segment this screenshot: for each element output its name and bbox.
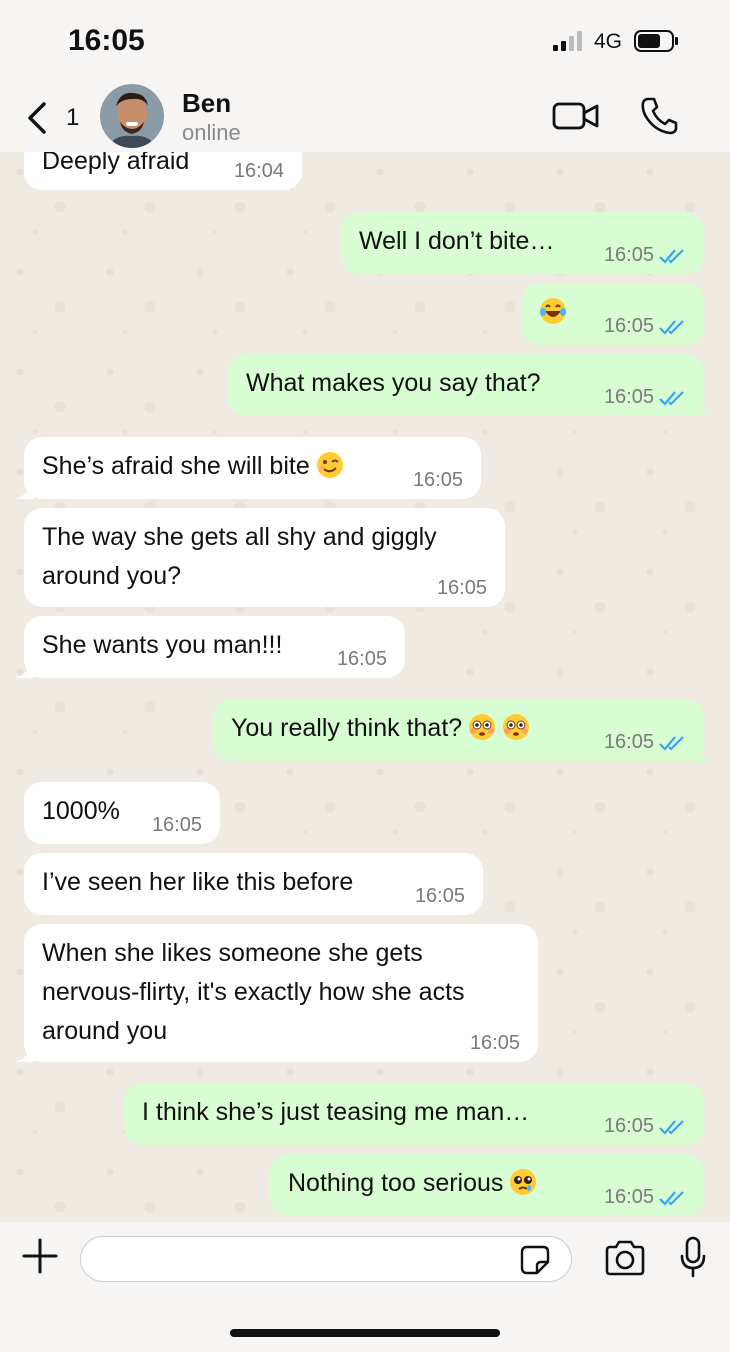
message-input[interactable] [80, 1236, 572, 1282]
message-text: When she likes someone she gets nervous-… [42, 939, 465, 1045]
contact-name[interactable]: Ben [182, 88, 231, 119]
message-bubble-incoming[interactable]: She’s afraid she will bite 16:05 [14, 437, 481, 499]
message-meta: 16:05 [437, 577, 487, 599]
message-bubble-outgoing[interactable]: What makes you say that? 16:05 [228, 354, 714, 416]
message-meta: 16:05 [152, 814, 202, 836]
message-meta: 16:05 [604, 244, 686, 266]
message-time: 16:05 [412, 469, 463, 491]
message-bubble-outgoing[interactable]: Well I don’t bite… 16:05 [341, 212, 704, 274]
message-meta: 16:05 [604, 1115, 686, 1137]
message-meta: 16:05 [337, 648, 387, 670]
message-bubble-incoming[interactable]: When she likes someone she gets nervous-… [14, 924, 538, 1062]
read-receipt-icon [659, 1190, 684, 1206]
microphone-icon[interactable] [680, 1236, 706, 1278]
message-bubble-incoming[interactable]: 1000% 16:05 [24, 782, 220, 844]
message-meta: 16:05 [604, 731, 686, 753]
message-meta: 16:05 [604, 1186, 686, 1208]
message-bubble-incoming[interactable]: I’ve seen her like this before 16:05 [24, 853, 483, 915]
message-bubble-outgoing[interactable]: 16:05 [521, 283, 704, 345]
sticker-icon[interactable] [520, 1245, 550, 1275]
message-time: 16:05 [603, 315, 654, 337]
home-indicator [230, 1329, 500, 1337]
message-text: The way she gets all shy and giggly arou… [42, 523, 437, 590]
flushed-emoji-icon [503, 714, 530, 740]
message-text: You really think that? [231, 714, 463, 742]
message-text: She’s afraid she will bite [42, 452, 310, 480]
status-time: 16:05 [68, 24, 145, 57]
chat-area[interactable]: Deeply afraid 16:04 Well I don’t bite… 1… [0, 152, 730, 1222]
bubble-tail [14, 1042, 34, 1062]
network-type: 4G [594, 30, 623, 53]
pleading-emoji-icon [510, 1169, 537, 1195]
flushed-emoji-icon [469, 714, 496, 740]
read-receipt-icon [659, 390, 684, 406]
phone-call-icon[interactable] [640, 96, 678, 136]
video-call-icon[interactable] [552, 100, 600, 132]
contact-status: online [182, 120, 241, 145]
battery-icon [634, 30, 678, 52]
message-meta: 16:05 [413, 469, 463, 491]
bubble-tail [14, 658, 34, 678]
message-bubble-outgoing[interactable]: You really think that? 16:05 [213, 699, 714, 761]
message-bubble-incoming[interactable]: Deeply afraid 16:04 [24, 152, 302, 190]
message-meta: 16:05 [470, 1032, 520, 1054]
message-bubble-incoming[interactable]: The way she gets all shy and giggly arou… [24, 508, 505, 607]
unread-count[interactable]: 1 [66, 104, 79, 132]
message-time: 16:05 [603, 1186, 654, 1208]
message-text: Nothing too serious [288, 1169, 504, 1197]
message-time: 16:05 [151, 814, 202, 836]
message-time: 16:05 [414, 885, 465, 907]
bubble-tail [14, 479, 34, 499]
plus-icon[interactable] [22, 1238, 58, 1274]
message-bubble-incoming[interactable]: She wants you man!!! 16:05 [14, 616, 405, 678]
read-receipt-icon [659, 735, 684, 751]
camera-icon[interactable] [604, 1240, 646, 1276]
message-time: 16:05 [336, 648, 387, 670]
message-meta: 16:05 [604, 386, 686, 408]
laughing-tears-emoji-icon [540, 298, 566, 324]
back-chevron-icon[interactable] [24, 100, 52, 136]
message-time: 16:04 [233, 160, 284, 182]
signal-icon [553, 31, 582, 51]
read-receipt-icon [659, 1119, 684, 1135]
bubble-tail [694, 741, 714, 761]
message-meta: 16:05 [415, 885, 465, 907]
message-meta: 16:05 [604, 315, 686, 337]
message-time: 16:05 [436, 577, 487, 599]
message-bubble-outgoing[interactable]: I think she’s just teasing me man… 16:05 [124, 1083, 704, 1145]
winking-emoji-icon [316, 452, 343, 478]
message-time: 16:05 [603, 386, 654, 408]
read-receipt-icon [659, 248, 684, 264]
read-receipt-icon [659, 319, 684, 335]
message-time: 16:05 [603, 1115, 654, 1137]
message-time: 16:05 [603, 244, 654, 266]
message-time: 16:05 [469, 1032, 520, 1054]
bubble-tail [694, 396, 714, 416]
message-text: I’ve seen her like this before [42, 868, 354, 896]
message-time: 16:05 [603, 731, 654, 753]
avatar[interactable] [100, 84, 164, 148]
message-bubble-outgoing[interactable]: Nothing too serious 16:05 [270, 1154, 704, 1216]
